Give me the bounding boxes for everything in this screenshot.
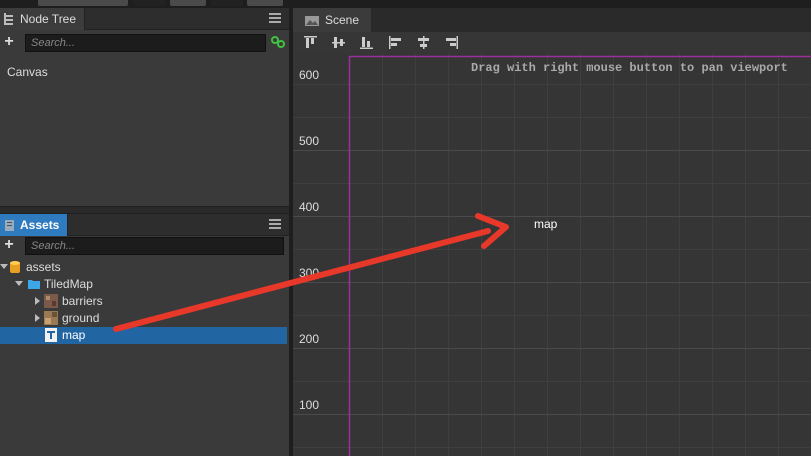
tab-assets[interactable]: Assets <box>0 214 69 236</box>
chevron-right-icon[interactable] <box>35 297 40 305</box>
node-tree-icon <box>4 13 13 25</box>
list-item[interactable]: map <box>0 327 287 344</box>
chevron-down-icon[interactable] <box>0 264 8 269</box>
node-tree-toolbar: + Search... <box>0 32 289 54</box>
panel-menu-icon[interactable] <box>269 13 281 23</box>
asset-label: map <box>62 328 86 342</box>
database-icon <box>10 261 20 273</box>
dragged-map-label: map <box>534 217 558 231</box>
align-vertical-center-icon[interactable] <box>332 36 345 49</box>
asset-label: ground <box>62 311 100 325</box>
tiledmap-file-icon <box>45 328 57 342</box>
align-bottom-icon[interactable] <box>360 36 373 49</box>
ruler-label: 500 <box>299 134 320 148</box>
assets-search-input[interactable]: Search... <box>25 237 284 255</box>
align-top-icon[interactable] <box>304 36 317 49</box>
tab-assets-label: Assets <box>20 218 60 232</box>
align-toolbar <box>293 32 811 54</box>
top-toolbar-strip <box>0 0 811 8</box>
ruler-label: 600 <box>299 68 320 82</box>
node-tree-header: Node Tree <box>0 8 289 30</box>
scene-header: Scene <box>293 8 811 32</box>
tab-scene-label: Scene <box>325 13 360 27</box>
list-item[interactable]: barriers <box>0 293 287 310</box>
image-thumbnail-icon <box>44 294 58 308</box>
ruler-label: 400 <box>299 200 320 214</box>
assets-icon <box>5 220 14 231</box>
align-horizontal-center-icon[interactable] <box>417 36 430 49</box>
pan-hint-text: Drag with right mouse button to pan view… <box>471 61 788 75</box>
ruler-label: 100 <box>299 398 320 412</box>
toolbar-button[interactable] <box>211 0 243 6</box>
toolbar-button[interactable] <box>247 0 283 6</box>
assets-header: Assets <box>0 214 289 236</box>
panel-menu-icon[interactable] <box>269 219 281 229</box>
toolbar-button[interactable] <box>38 0 128 6</box>
image-thumbnail-icon <box>44 311 58 325</box>
node-tree-search-input[interactable]: Search... <box>25 34 266 52</box>
scene-panel: Scene 600 500 400 300 200 100 Drag with … <box>293 8 811 456</box>
ruler-label: 200 <box>299 332 320 346</box>
tree-node-canvas[interactable]: Canvas <box>7 65 48 79</box>
asset-label: assets <box>26 260 61 274</box>
tab-node-tree[interactable]: Node Tree <box>0 8 86 30</box>
add-asset-icon[interactable]: + <box>2 236 16 254</box>
panel-splitter[interactable] <box>0 206 289 214</box>
link-icon[interactable] <box>271 36 285 48</box>
list-item[interactable]: assets <box>0 259 287 276</box>
tab-scene[interactable]: Scene <box>293 8 371 32</box>
folder-icon <box>28 280 40 289</box>
asset-label: TiledMap <box>44 277 93 291</box>
chevron-down-icon[interactable] <box>15 281 23 286</box>
scene-viewport[interactable]: 600 500 400 300 200 100 Drag with right … <box>293 54 811 456</box>
asset-label: barriers <box>62 294 103 308</box>
align-right-icon[interactable] <box>445 36 458 49</box>
add-node-icon[interactable]: + <box>2 33 16 51</box>
ruler-label: 300 <box>299 266 320 280</box>
align-left-icon[interactable] <box>389 36 402 49</box>
tab-node-tree-label: Node Tree <box>20 12 77 26</box>
scene-grid <box>293 54 811 456</box>
left-column: Node Tree + Search... Canvas Assets + Se… <box>0 8 289 456</box>
assets-toolbar: + Search... <box>0 235 289 257</box>
scene-icon <box>305 16 319 26</box>
list-item[interactable]: TiledMap <box>0 276 287 293</box>
toolbar-button[interactable] <box>170 0 206 6</box>
toolbar-button[interactable] <box>134 0 166 6</box>
chevron-right-icon[interactable] <box>35 314 40 322</box>
list-item[interactable]: ground <box>0 310 287 327</box>
